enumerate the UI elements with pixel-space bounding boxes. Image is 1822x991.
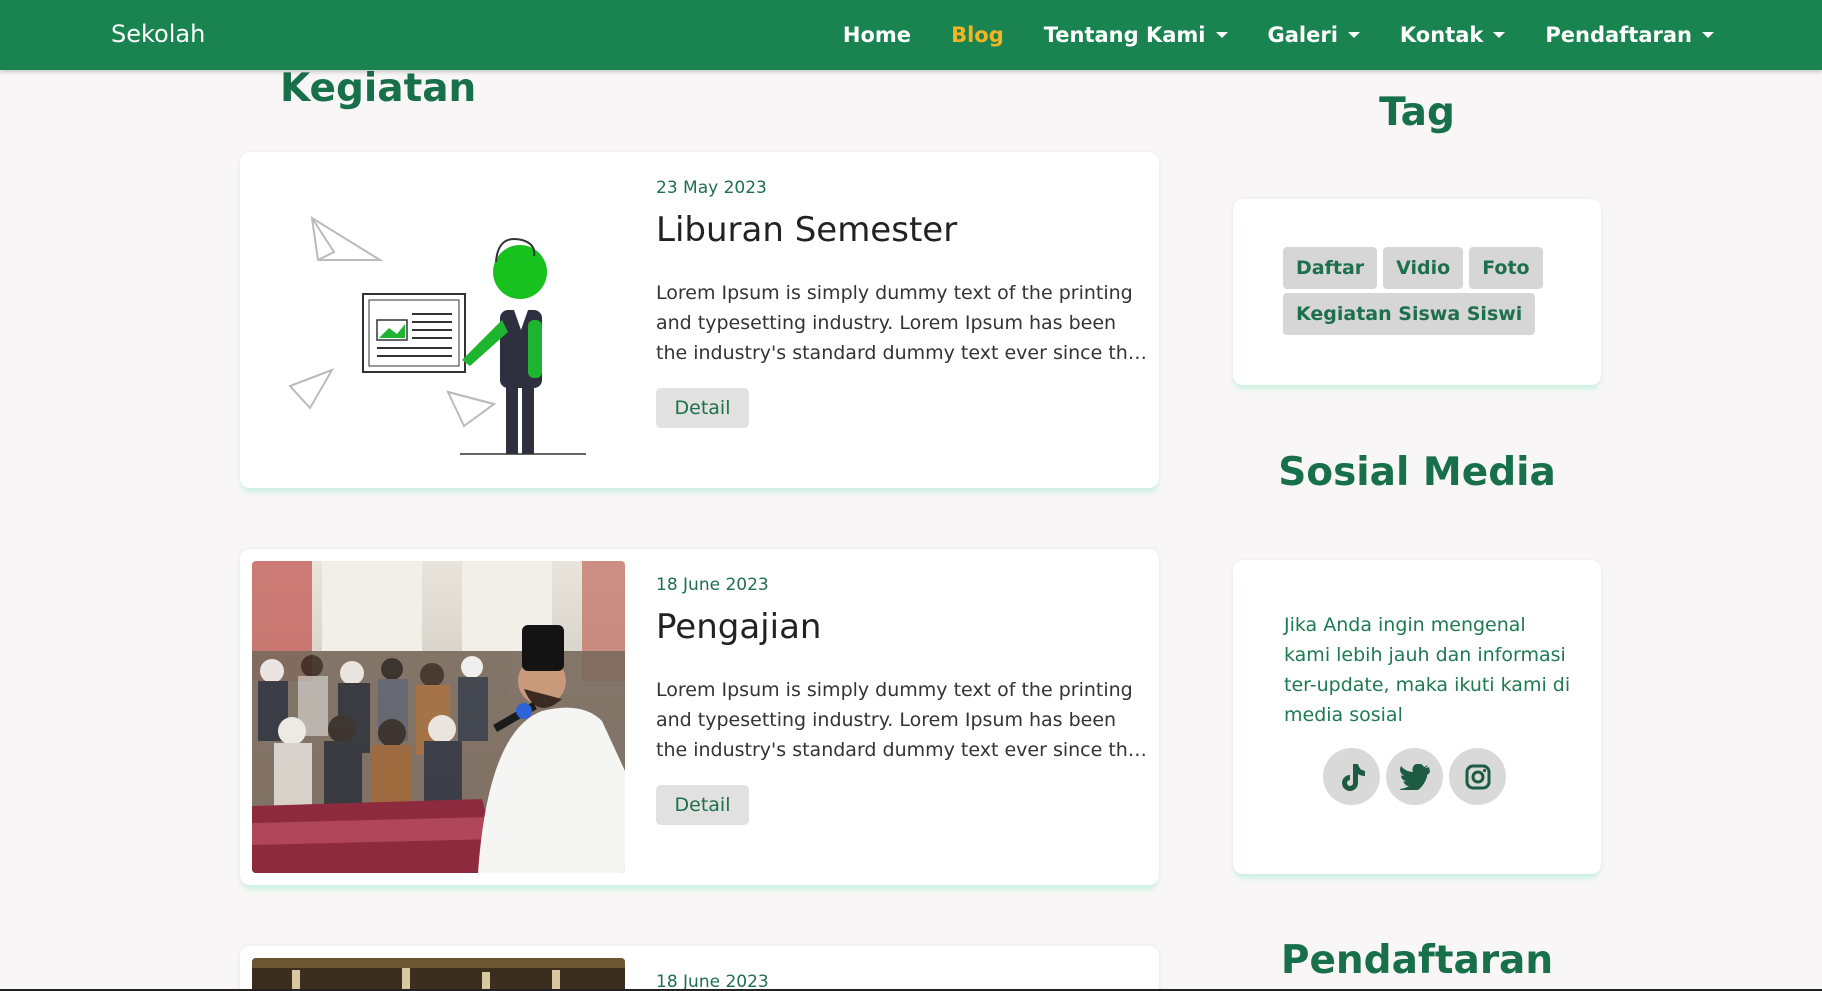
sidebar-social-title: Sosial Media [1278,450,1556,495]
post-image-illustration[interactable] [252,164,625,476]
sidebar-tag-title: Tag [1379,90,1455,135]
post-card: 18 June 2023 Pengajian Lorem Ipsum is si… [240,549,1159,885]
caret-down-icon [1702,32,1714,38]
navbar: Sekolah Home Blog Tentang Kami Galeri Ko… [0,0,1822,70]
nav-blog[interactable]: Blog [951,23,1004,47]
post-date: 18 June 2023 [656,575,769,595]
nav-tentang-kami[interactable]: Tentang Kami [1044,23,1228,47]
detail-button[interactable]: Detail [656,785,749,825]
caret-down-icon [1215,32,1228,38]
post-card: 23 May 2023 Liburan Semester Lorem Ipsum… [240,152,1159,488]
post-image-photo[interactable] [252,958,625,991]
nav-pendaftaran-label: Pendaftaran [1545,23,1692,47]
social-card: Jika Anda ingin mengenal kami lebih jauh… [1233,560,1601,874]
nav-home[interactable]: Home [843,23,911,47]
caret-down-icon [1347,32,1360,38]
tag-vidio[interactable]: Vidio [1383,247,1464,289]
nav-galeri-label: Galeri [1267,23,1338,47]
caret-down-icon [1493,32,1506,38]
nav-kontak[interactable]: Kontak [1399,23,1506,47]
instagram-icon[interactable] [1449,748,1506,805]
nav-kontak-label: Kontak [1399,23,1484,47]
social-icons [1323,748,1506,805]
tag-daftar[interactable]: Daftar [1283,247,1378,289]
post-title[interactable]: Pengajian [656,607,821,647]
tag-card: Daftar Vidio Foto Kegiatan Siswa Siswi [1233,199,1601,385]
nav-pendaftaran[interactable]: Pendaftaran [1545,23,1714,47]
tag-kegiatan-siswa-siswi[interactable]: Kegiatan Siswa Siswi [1283,293,1536,335]
sidebar-pendaftaran-title: Pendaftaran [1280,938,1554,983]
nav-blog-label: Blog [951,23,1004,47]
nav-galeri[interactable]: Galeri [1268,23,1360,47]
post-image-photo[interactable] [252,561,625,873]
tag-list: Daftar Vidio Foto Kegiatan Siswa Siswi [1283,247,1563,335]
tag-foto[interactable]: Foto [1469,247,1543,289]
tiktok-icon[interactable] [1323,748,1380,805]
post-excerpt: Lorem Ipsum is simply dummy text of the … [656,282,1140,364]
social-description: Jika Anda ingin mengenal kami lebih jauh… [1284,614,1571,726]
post-title[interactable]: Liburan Semester [656,210,957,250]
nav-home-label: Home [842,23,912,47]
detail-button[interactable]: Detail [656,388,749,428]
nav-tentang-kami-label: Tentang Kami [1043,23,1206,47]
twitter-icon[interactable] [1386,748,1443,805]
section-title-kegiatan: Kegiatan [280,66,477,111]
post-date: 23 May 2023 [656,178,767,198]
brand-logo[interactable]: Sekolah [111,20,205,48]
post-excerpt: Lorem Ipsum is simply dummy text of the … [656,679,1140,761]
nav-menu: Home Blog Tentang Kami Galeri Kontak Pen… [843,0,1714,70]
post-card: 18 June 2023 [240,946,1159,991]
